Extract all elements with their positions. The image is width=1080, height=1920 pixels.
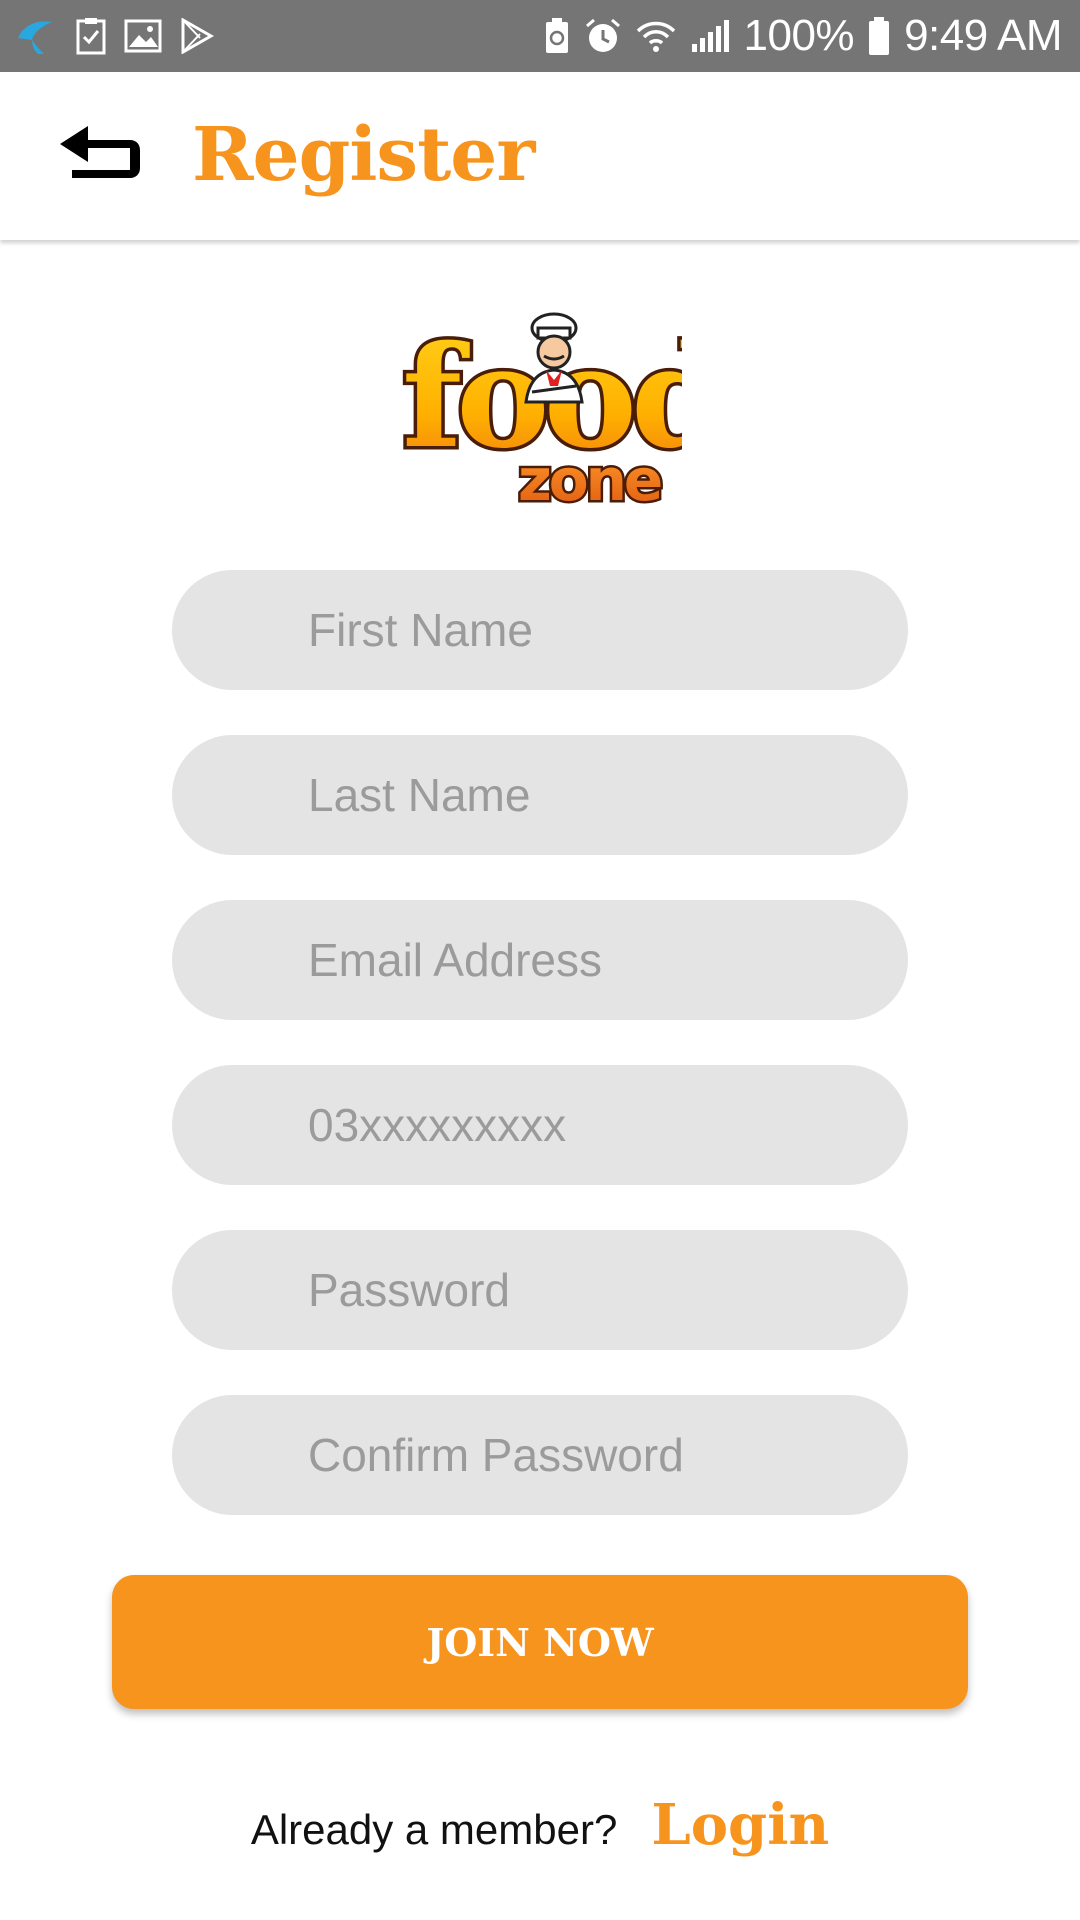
status-bar-left: [14, 16, 214, 56]
task-icon: [76, 17, 106, 55]
alarm-icon: [584, 17, 622, 55]
svg-text:zone: zone: [518, 446, 661, 514]
signal-icon: [690, 18, 730, 54]
play-store-icon: [180, 18, 214, 54]
back-arrow-icon: [58, 124, 142, 189]
battery-icon: [868, 16, 890, 56]
back-button[interactable]: [58, 124, 142, 188]
login-link[interactable]: Login: [651, 1792, 829, 1858]
battery-percent: 100%: [743, 11, 855, 60]
status-time: 9:49 AM: [904, 11, 1062, 60]
telenor-icon: [14, 16, 58, 56]
last-name-field[interactable]: [172, 735, 908, 855]
confirm-password-field[interactable]: [172, 1395, 908, 1515]
email-field[interactable]: [172, 900, 908, 1020]
wifi-icon: [636, 19, 676, 53]
join-now-button[interactable]: JOIN NOW: [112, 1575, 968, 1709]
password-field[interactable]: [172, 1230, 908, 1350]
food-zone-logo: food zone: [398, 290, 735, 517]
app-bar: Register: [0, 72, 1080, 240]
status-bar-right: 100% 9:49 AM: [544, 11, 1062, 61]
first-name-field[interactable]: [172, 570, 908, 690]
phone-field[interactable]: [172, 1065, 908, 1185]
battery-saver-icon: [544, 17, 570, 55]
status-bar: 100% 9:49 AM: [0, 0, 1080, 72]
already-member-text: Already a member?: [250, 1806, 618, 1853]
gallery-icon: [124, 19, 162, 53]
page-title: Register: [192, 112, 535, 198]
login-prompt: Already a member? Login: [0, 1780, 1080, 1870]
